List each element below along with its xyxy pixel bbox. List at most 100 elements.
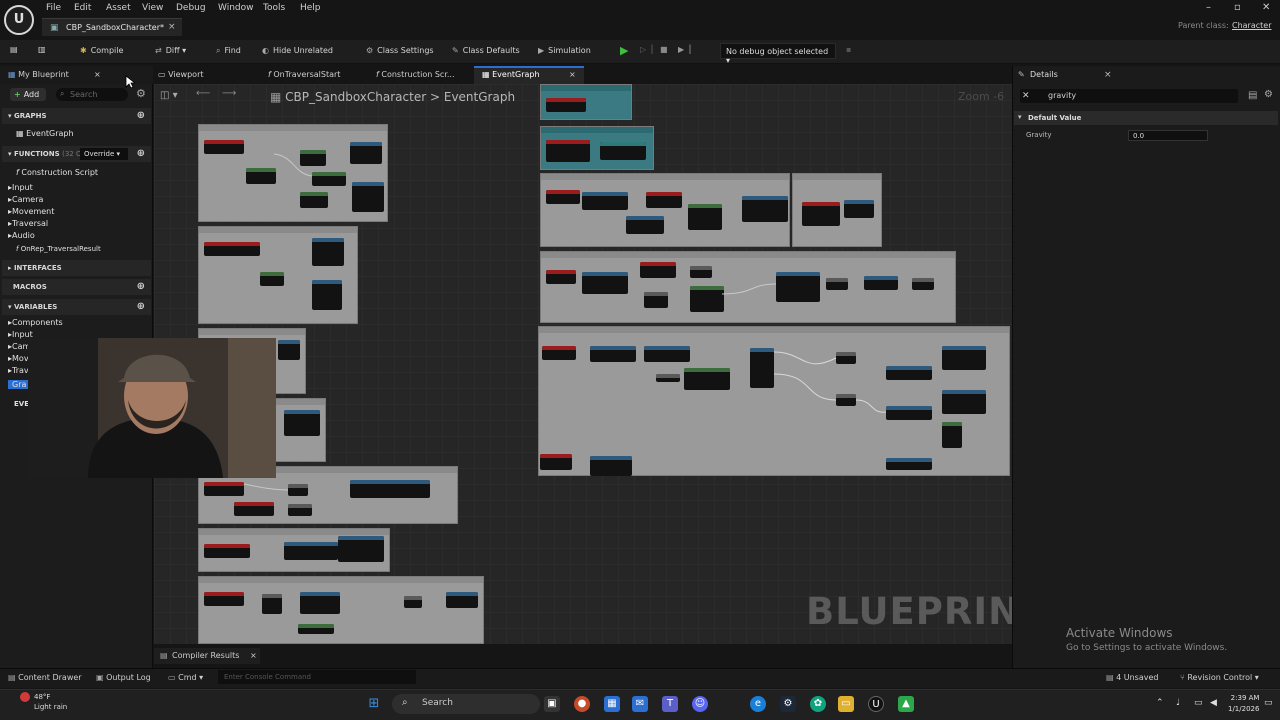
file-explorer-icon[interactable]: ▭ [838, 696, 854, 712]
play-icon[interactable]: ▶ [620, 44, 628, 57]
content-drawer-button[interactable]: ▤ Content Drawer [8, 673, 82, 682]
function-category[interactable]: ▸Input [8, 183, 33, 192]
tab-construction-script[interactable]: f Construction Scr... [376, 70, 455, 79]
tab-on-traversal-start[interactable]: f OnTraversalStart [268, 70, 340, 79]
gravity-value-field[interactable]: 0.0 [1128, 130, 1208, 141]
close-icon[interactable]: × [569, 70, 576, 79]
console-input[interactable]: Enter Console Command [218, 670, 416, 684]
chrome-icon[interactable]: ● [574, 696, 590, 712]
clear-search-icon[interactable]: ✕ [1022, 91, 1030, 101]
outlook-icon[interactable]: ✉ [632, 696, 648, 712]
function-item[interactable]: f OnRep_TraversalResult [16, 245, 101, 253]
menu-file[interactable]: File [46, 3, 61, 13]
windows-start-icon[interactable]: ⊞ [366, 696, 382, 712]
find-button[interactable]: ⌕ Find [216, 46, 241, 56]
tab-my-blueprint[interactable]: ▦ My Blueprint [8, 70, 69, 79]
breadcrumb-graph[interactable]: EventGraph [444, 90, 515, 104]
close-icon[interactable]: × [94, 70, 101, 79]
close-window-icon[interactable]: ✕ [1262, 2, 1270, 13]
function-category[interactable]: ▸Movement [8, 207, 54, 216]
add-icon[interactable]: ⊕ [137, 279, 145, 295]
forward-arrow-icon[interactable]: ⟶ [222, 88, 236, 99]
graph-nav-icon[interactable]: ◫ ▾ [160, 90, 178, 101]
network-icon[interactable]: ▭ [1194, 698, 1203, 708]
event-graph-canvas[interactable] [154, 84, 1012, 644]
parent-class-link[interactable]: Character [1232, 21, 1272, 30]
class-settings-button[interactable]: ⚙ Class Settings [366, 46, 434, 55]
override-dropdown[interactable]: Override ▾ [80, 148, 128, 160]
variable-category[interactable]: ▸Cam [8, 342, 30, 351]
teams-icon[interactable]: T [662, 696, 678, 712]
function-item[interactable]: f Construction Script [16, 168, 98, 177]
functions-section-header[interactable]: ▾ FUNCTIONS (32 OV ⊕ [2, 146, 151, 162]
chatgpt-icon[interactable]: ✿ [810, 696, 826, 712]
debug-filter-icon[interactable]: ▪ [846, 45, 851, 54]
close-icon[interactable]: × [250, 651, 257, 660]
menu-edit[interactable]: Edit [74, 3, 91, 13]
macros-section-header[interactable]: MACROS ⊕ [2, 279, 151, 295]
table-view-icon[interactable]: ▤ [1248, 90, 1257, 101]
function-category[interactable]: ▸Camera [8, 195, 43, 204]
variable-category[interactable]: ▸Trav [8, 366, 29, 375]
menu-help[interactable]: Help [300, 3, 321, 13]
variable-category[interactable]: ▸Components [8, 318, 63, 327]
graph-item-eventgraph[interactable]: ▦ EventGraph [16, 129, 74, 138]
hide-unrelated-button[interactable]: ◐ Hide Unrelated [262, 46, 333, 55]
resume-icon[interactable]: ▶▕ [678, 45, 690, 54]
stop-icon[interactable]: ■ [660, 45, 668, 54]
store-icon[interactable]: ▦ [604, 696, 620, 712]
function-category[interactable]: ▸Traversal [8, 219, 48, 228]
step-icon[interactable]: ▷▕ [640, 45, 652, 54]
interfaces-section-header[interactable]: ▸ INTERFACES [2, 260, 151, 276]
menu-view[interactable]: View [142, 3, 163, 13]
compile-button[interactable]: ✱ Compile [80, 46, 123, 55]
maximize-icon[interactable]: ▫ [1234, 2, 1241, 13]
unsaved-button[interactable]: ▤ 4 Unsaved [1106, 673, 1158, 682]
notifications-icon[interactable]: ▭ [1264, 698, 1273, 708]
gear-icon[interactable]: ⚙ [1264, 89, 1273, 100]
event-dispatchers-header[interactable]: EVE [14, 400, 29, 408]
debug-object-select[interactable]: No debug object selected ▾ [720, 43, 836, 65]
chevron-up-icon[interactable]: ⌃ [1156, 698, 1164, 708]
discord-icon[interactable]: ☺ [692, 696, 708, 712]
search-input[interactable]: Search [56, 88, 128, 101]
minimize-icon[interactable]: – [1206, 2, 1211, 13]
close-icon[interactable]: × [1104, 70, 1112, 80]
revision-control-button[interactable]: ⑂ Revision Control ▾ [1180, 673, 1259, 682]
cmd-dropdown[interactable]: ▭ Cmd ▾ [168, 673, 203, 682]
function-category[interactable]: ▸Audio [8, 231, 35, 240]
breadcrumb-class[interactable]: CBP_SandboxCharacter [285, 90, 426, 104]
simulation-button[interactable]: ▶ Simulation [538, 46, 591, 55]
asset-tab[interactable]: ▣ CBP_SandboxCharacter* × [42, 18, 182, 36]
variable-category[interactable]: ▸Mov [8, 354, 29, 363]
add-icon[interactable]: ⊕ [137, 146, 145, 162]
back-arrow-icon[interactable]: ⟵ [196, 88, 210, 99]
menu-debug[interactable]: Debug [176, 3, 206, 13]
graphs-section-header[interactable]: ▾ GRAPHS ⊕ [2, 108, 151, 124]
close-icon[interactable]: × [168, 22, 176, 32]
gear-icon[interactable]: ⚙ [136, 87, 146, 100]
steam-icon[interactable]: ⚙ [780, 696, 796, 712]
volume-icon[interactable]: ◀ [1210, 698, 1217, 708]
details-tab[interactable]: Details [1030, 70, 1058, 79]
menu-tools[interactable]: Tools [263, 3, 285, 13]
default-value-section[interactable]: Default Value [1014, 111, 1278, 125]
unreal-logo-icon[interactable]: U [4, 5, 34, 35]
taskbar-search[interactable]: Search [392, 694, 540, 714]
output-log-button[interactable]: ▣ Output Log [96, 673, 151, 682]
details-search-input[interactable]: gravity [1020, 89, 1238, 103]
save-icon[interactable]: ▤ [10, 45, 18, 54]
tab-viewport[interactable]: ▭ Viewport [158, 70, 204, 79]
weather-widget[interactable]: 48°F Light rain [8, 692, 67, 712]
taskbar-clock[interactable]: 2:39 AM 1/1/2026 [1228, 693, 1259, 715]
menu-window[interactable]: Window [218, 3, 254, 13]
edge-icon[interactable]: e [750, 696, 766, 712]
compiler-results-tab[interactable]: Compiler Results × [154, 648, 260, 664]
task-view-icon[interactable]: ▣ [544, 696, 560, 712]
menu-asset[interactable]: Asset [106, 3, 131, 13]
add-icon[interactable]: ⊕ [137, 299, 145, 315]
unreal-engine-icon[interactable]: U [868, 696, 884, 712]
add-icon[interactable]: ⊕ [137, 108, 145, 124]
variables-section-header[interactable]: ▾ VARIABLES ⊕ [2, 299, 151, 315]
diff-button[interactable]: ⇄ Diff ▾ [155, 46, 186, 55]
